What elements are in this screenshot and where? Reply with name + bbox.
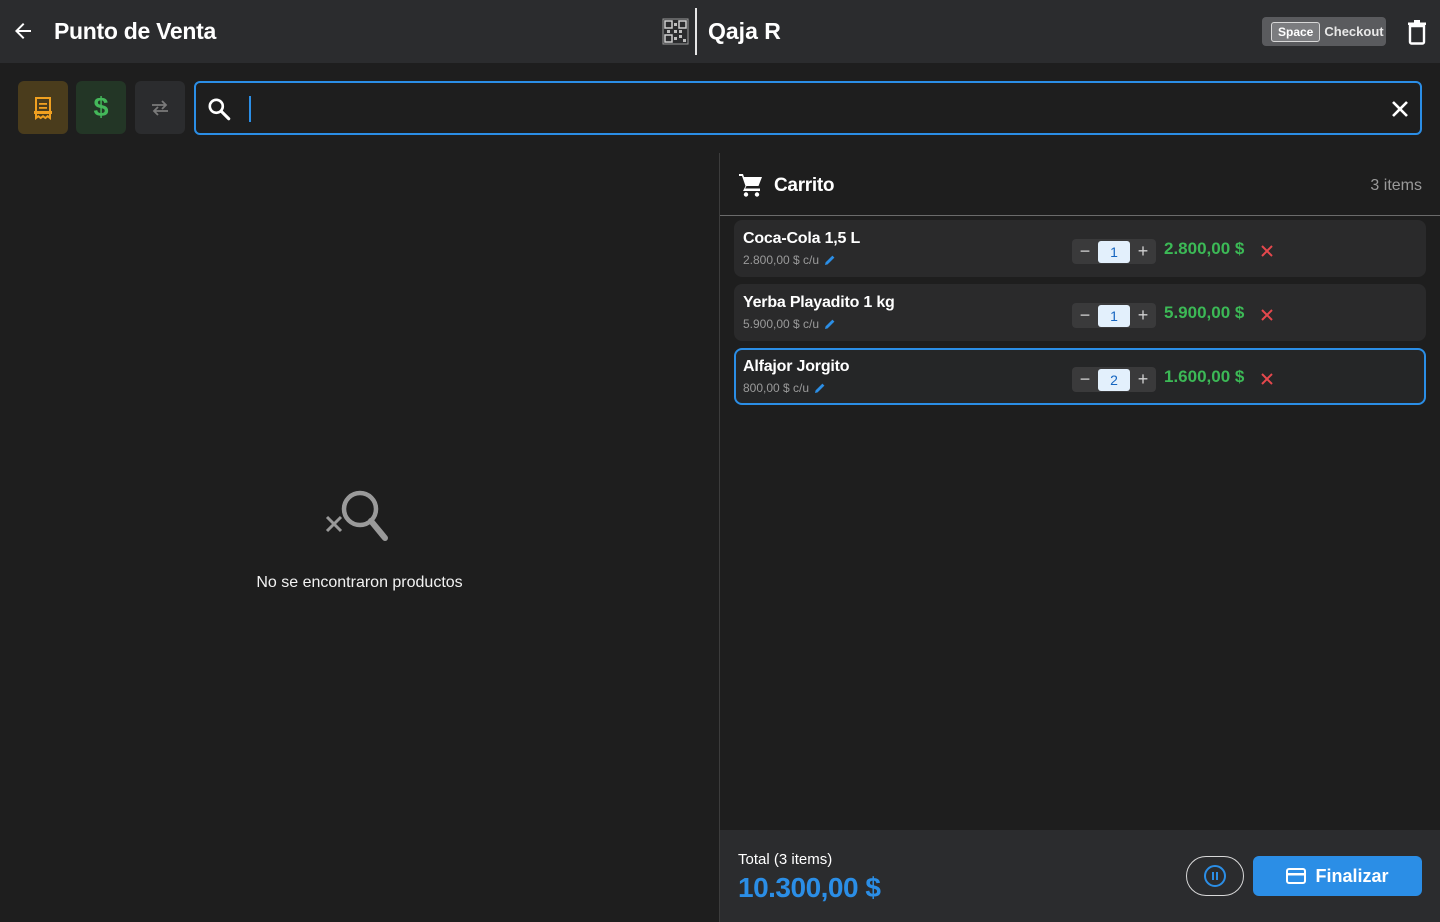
quantity-value[interactable]: 1 <box>1098 240 1130 263</box>
checkout-footer: Total (3 items) 10.300,00 $ Finalizar <box>720 830 1440 922</box>
cart-item-count: 3 items <box>1370 177 1422 194</box>
shortcut-key: Space <box>1271 21 1321 42</box>
quantity-value[interactable]: 1 <box>1098 304 1130 327</box>
cart-item-selected[interactable]: Alfajor Jorgito 800,00 $ c/u − 2 + 1.600… <box>734 348 1426 405</box>
trash-icon <box>1408 20 1426 45</box>
item-unit-price: 5.900,00 $ c/u <box>743 317 820 331</box>
cart-title: Carrito <box>774 175 835 196</box>
pencil-icon[interactable] <box>824 318 836 330</box>
decrease-quantity-button[interactable]: − <box>1072 239 1098 264</box>
remove-item-button[interactable] <box>1258 306 1276 324</box>
remove-item-button[interactable] <box>1258 370 1276 388</box>
decrease-quantity-button[interactable]: − <box>1072 303 1098 328</box>
total-value: 10.300,00 $ <box>738 872 881 903</box>
quantity-stepper: − 1 + <box>1072 303 1156 328</box>
quantity-stepper: − 2 + <box>1072 367 1156 392</box>
arrow-left-icon <box>15 23 31 39</box>
page-title: Punto de Venta <box>54 18 216 44</box>
item-unit-price-row: 2.800,00 $ c/u <box>743 253 836 267</box>
pencil-icon[interactable] <box>814 382 826 394</box>
search-icon <box>208 98 231 121</box>
clear-cart-button[interactable] <box>1404 18 1430 45</box>
search-off-icon <box>325 490 388 541</box>
close-icon <box>1261 309 1273 321</box>
shortcut-label: Checkout <box>1324 24 1384 39</box>
remove-item-button[interactable] <box>1258 242 1276 260</box>
cart-item[interactable]: Coca-Cola 1,5 L 2.800,00 $ c/u − 1 + 2.8… <box>734 220 1426 277</box>
swap-mode-button[interactable] <box>135 81 185 134</box>
item-unit-price-row: 800,00 $ c/u <box>743 381 826 395</box>
clear-search-button[interactable] <box>1387 96 1413 122</box>
decrease-quantity-button[interactable]: − <box>1072 367 1098 392</box>
pause-sale-button[interactable] <box>1186 856 1244 896</box>
item-unit-price-row: 5.900,00 $ c/u <box>743 317 836 331</box>
back-button[interactable] <box>10 18 36 44</box>
checkout-shortcut-button[interactable]: Space Checkout <box>1262 17 1386 46</box>
empty-products-message: No se encontraron productos <box>256 574 463 591</box>
app-bar: Punto de Venta Qaja R Space Checkout <box>0 0 1440 63</box>
register-name: Qaja R <box>708 18 781 44</box>
close-icon <box>1261 373 1273 385</box>
item-total: 5.900,00 $ <box>1164 303 1245 322</box>
increase-quantity-button[interactable]: + <box>1130 367 1156 392</box>
item-unit-price: 800,00 $ c/u <box>743 381 810 395</box>
cart-header: Carrito 3 items <box>720 160 1440 216</box>
dollar-icon: $ <box>93 92 109 122</box>
swap-icon <box>152 99 168 116</box>
search-input[interactable] <box>246 93 1366 123</box>
close-icon <box>1392 101 1408 117</box>
finish-label: Finalizar <box>1315 865 1389 886</box>
title-divider <box>695 8 697 55</box>
cart-icon <box>739 174 762 197</box>
text-caret <box>249 96 251 122</box>
pause-icon <box>1204 865 1226 887</box>
receipt-mode-button[interactable] <box>18 81 68 134</box>
qr-code-icon[interactable] <box>662 18 689 45</box>
increase-quantity-button[interactable]: + <box>1130 239 1156 264</box>
total-label: Total (3 items) <box>738 851 833 868</box>
receipt-icon <box>34 96 52 120</box>
pane-divider <box>719 153 720 922</box>
item-name: Yerba Playadito 1 kg <box>743 294 895 311</box>
close-icon <box>1261 245 1273 257</box>
item-name: Coca-Cola 1,5 L <box>743 230 861 247</box>
item-name: Alfajor Jorgito <box>743 358 850 375</box>
finish-sale-button[interactable]: Finalizar <box>1253 856 1422 896</box>
credit-card-icon <box>1286 868 1307 884</box>
cash-mode-button[interactable]: $ <box>76 81 126 134</box>
product-search-box <box>194 81 1422 135</box>
quantity-value[interactable]: 2 <box>1098 368 1130 391</box>
pencil-icon[interactable] <box>824 254 836 266</box>
quantity-stepper: − 1 + <box>1072 239 1156 264</box>
item-total: 1.600,00 $ <box>1164 367 1245 386</box>
cart-item[interactable]: Yerba Playadito 1 kg 5.900,00 $ c/u − 1 … <box>734 284 1426 341</box>
item-unit-price: 2.800,00 $ c/u <box>743 253 820 267</box>
item-total: 2.800,00 $ <box>1164 239 1245 258</box>
increase-quantity-button[interactable]: + <box>1130 303 1156 328</box>
